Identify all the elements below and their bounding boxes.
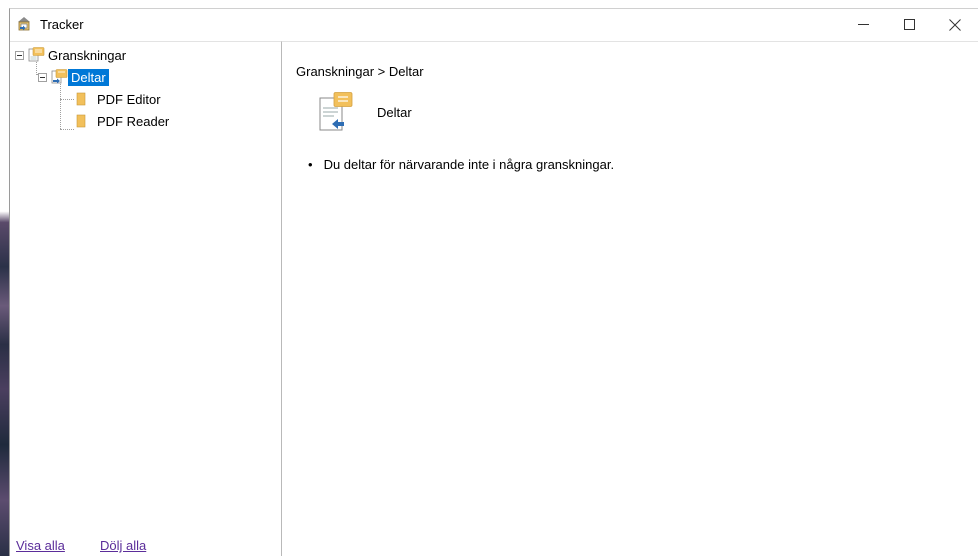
tracker-app-icon bbox=[18, 17, 30, 31]
tree-connector bbox=[60, 129, 74, 130]
tree-item-pdf-editor[interactable]: PDF Editor bbox=[76, 89, 164, 109]
title-bar[interactable]: Tracker bbox=[10, 9, 978, 40]
content-pane: Granskningar > Deltar Deltar • Du deltar… bbox=[282, 41, 978, 556]
desktop-background bbox=[0, 0, 9, 556]
breadcrumb: Granskningar > Deltar bbox=[296, 64, 424, 79]
show-all-link[interactable]: Visa alla bbox=[16, 538, 65, 553]
maximize-icon bbox=[903, 19, 915, 30]
tree-item-granskningar[interactable]: Granskningar bbox=[15, 45, 129, 65]
folder-icon bbox=[76, 92, 86, 106]
minimize-icon bbox=[857, 24, 869, 25]
bullet: • bbox=[308, 157, 313, 172]
message-text: Du deltar för närvarande inte i några gr… bbox=[323, 157, 615, 172]
collapse-toggle[interactable] bbox=[15, 50, 24, 60]
page-title: Deltar bbox=[377, 105, 412, 120]
minimize-button[interactable] bbox=[840, 9, 886, 40]
hide-all-link[interactable]: Dölj alla bbox=[100, 538, 146, 553]
tree-connector bbox=[60, 99, 74, 100]
collapse-toggle[interactable] bbox=[38, 72, 47, 82]
close-button[interactable] bbox=[932, 9, 978, 40]
tree-label: PDF Editor bbox=[97, 91, 161, 107]
tree-connector bbox=[60, 82, 61, 129]
tree-label: Granskningar bbox=[48, 47, 127, 63]
window-title: Tracker bbox=[40, 17, 84, 32]
maximize-button[interactable] bbox=[886, 9, 932, 40]
participating-review-icon bbox=[51, 69, 68, 84]
tree-pane: Granskningar Deltar PDF Editor PDF Reade… bbox=[10, 41, 282, 556]
folder-icon bbox=[76, 114, 86, 128]
tree-item-deltar[interactable]: Deltar bbox=[38, 67, 109, 87]
participating-review-icon bbox=[319, 92, 353, 131]
tracker-window: Tracker Granskningar Deltar PDF Editor P… bbox=[9, 8, 978, 556]
empty-state-message: • Du deltar för närvarande inte i några … bbox=[308, 157, 614, 172]
reviews-folder-icon bbox=[28, 47, 45, 62]
tree-item-pdf-reader[interactable]: PDF Reader bbox=[76, 111, 172, 131]
tree-label: Deltar bbox=[68, 68, 109, 86]
close-icon bbox=[949, 18, 961, 31]
tree-label: PDF Reader bbox=[97, 113, 170, 129]
